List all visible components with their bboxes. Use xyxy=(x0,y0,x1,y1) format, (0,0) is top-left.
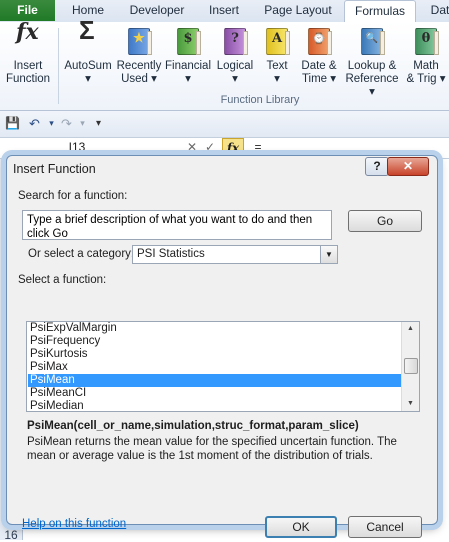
category-value: PSI Statistics xyxy=(137,248,205,260)
cancel-formula-icon[interactable]: ✕ xyxy=(183,139,201,156)
chevron-down-icon: ▾ xyxy=(85,73,91,85)
category-label: Or select a category: xyxy=(28,248,135,260)
date-time-label-1: Date & xyxy=(301,60,337,72)
cancel-button[interactable]: Cancel xyxy=(348,516,422,538)
enter-formula-icon[interactable]: ✓ xyxy=(201,139,219,156)
function-description: PsiMean returns the mean value for the s… xyxy=(27,436,397,462)
tab-developer[interactable]: Developer xyxy=(122,0,192,21)
financial-book-icon: $ xyxy=(173,26,203,56)
category-select[interactable]: PSI Statistics ▼ xyxy=(132,245,338,264)
function-signature: PsiMean(cell_or_name,simulation,struc_fo… xyxy=(27,420,359,432)
recently-used-label-2: Used ▾ xyxy=(121,73,157,85)
financial-label: Financial xyxy=(164,60,212,72)
name-box[interactable]: I13 xyxy=(2,139,152,156)
formula-input[interactable]: = xyxy=(249,139,267,156)
list-scrollbar[interactable]: ▲ ▼ xyxy=(401,322,419,411)
recently-used-button[interactable]: ★ Recently Used ▾ xyxy=(115,26,163,86)
help-on-function-link[interactable]: Help on this function xyxy=(22,518,126,530)
tab-formulas[interactable]: Formulas xyxy=(344,0,416,23)
undo-icon[interactable]: ↶ xyxy=(26,115,43,132)
chevron-down-icon: ▾ xyxy=(274,73,280,85)
date-time-label-2: Time ▾ xyxy=(301,73,337,85)
list-item[interactable]: PsiMedian xyxy=(28,400,403,411)
text-book-icon: A xyxy=(262,26,292,56)
math-trig-label-2: & Trig ▾ xyxy=(406,73,446,85)
chevron-down-icon[interactable]: ▼ xyxy=(320,246,337,263)
go-button[interactable]: Go xyxy=(348,210,422,232)
redo-icon[interactable]: ↷ xyxy=(58,115,75,132)
logical-book-icon: ? xyxy=(220,26,250,56)
recently-used-book-icon: ★ xyxy=(124,26,154,56)
ribbon-separator xyxy=(58,28,59,104)
sigma-icon: Σ xyxy=(79,15,95,45)
insert-function-label-2: Function xyxy=(5,73,51,85)
math-trig-label-1: Math xyxy=(413,60,439,72)
autosum-label: AutoSum xyxy=(64,60,112,72)
dialog-body: Search for a function: Type a brief desc… xyxy=(12,182,430,538)
chevron-down-icon: ▾ xyxy=(185,73,191,85)
financial-button[interactable]: $ Financial ▾ xyxy=(163,26,213,86)
text-label: Text xyxy=(266,60,288,72)
math-trig-book-icon: θ xyxy=(411,26,441,56)
scroll-up-icon[interactable]: ▲ xyxy=(402,322,419,336)
text-button[interactable]: A Text ▾ xyxy=(259,26,295,86)
lookup-reference-button[interactable]: 🔍 Lookup & Reference ▾ xyxy=(342,26,402,99)
search-label: Search for a function: xyxy=(18,190,128,202)
function-library-group-label: Function Library xyxy=(220,94,300,106)
help-icon[interactable]: ? xyxy=(365,157,389,176)
list-item-selected[interactable]: PsiMean xyxy=(28,374,403,387)
search-function-input[interactable]: Type a brief description of what you wan… xyxy=(22,210,332,240)
quick-access-toolbar: 💾 ↶ ▾ ↷ ▾ ▾ xyxy=(0,111,449,138)
chevron-down-icon: ▾ xyxy=(232,73,238,85)
date-time-book-icon: ⌚ xyxy=(304,26,334,56)
save-icon[interactable]: 💾 xyxy=(4,115,21,132)
redo-dropdown-icon[interactable]: ▾ xyxy=(74,115,91,132)
recently-used-label-1: Recently xyxy=(116,60,162,72)
insert-function-dialog: Insert Function ? ✕ Search for a functio… xyxy=(6,155,438,538)
list-item[interactable]: PsiMeanCI xyxy=(28,387,403,400)
select-function-label: Select a function: xyxy=(18,274,107,286)
customize-qat-icon[interactable]: ▾ xyxy=(90,115,107,132)
lookup-reference-label-1: Lookup & xyxy=(347,60,397,72)
ribbon-formulas: fx Insert Function Σ AutoSum ▾ ★ Recentl… xyxy=(0,15,449,111)
tab-page-layout[interactable]: Page Layout xyxy=(257,0,339,21)
list-item[interactable]: PsiMax xyxy=(28,361,403,374)
logical-button[interactable]: ? Logical ▾ xyxy=(213,26,257,86)
ribbon-tab-bar: File Home Developer Insert Page Layout F… xyxy=(0,0,449,23)
math-trig-button[interactable]: θ Math & Trig ▾ xyxy=(404,26,448,86)
tab-insert[interactable]: Insert xyxy=(198,0,250,21)
close-icon[interactable]: ✕ xyxy=(387,157,429,176)
tab-data[interactable]: Dat xyxy=(420,0,449,21)
autosum-button[interactable]: Σ AutoSum ▾ xyxy=(62,15,114,86)
scroll-down-icon[interactable]: ▼ xyxy=(402,397,419,411)
list-item[interactable]: PsiKurtosis xyxy=(28,348,403,361)
list-item[interactable]: PsiFrequency xyxy=(28,335,403,348)
lookup-book-icon: 🔍 xyxy=(357,26,387,56)
insert-function-button[interactable]: fx Insert Function xyxy=(3,19,53,86)
date-time-button[interactable]: ⌚ Date & Time ▾ xyxy=(296,26,342,86)
list-item[interactable]: PsiExpValMargin xyxy=(28,322,403,335)
tab-file[interactable]: File xyxy=(0,0,55,21)
ok-button[interactable]: OK xyxy=(265,516,337,538)
function-list[interactable]: PsiExpValMargin PsiFrequency PsiKurtosis… xyxy=(26,321,420,412)
insert-function-label-1: Insert xyxy=(13,60,43,72)
scroll-thumb[interactable] xyxy=(404,358,418,374)
fx-icon: fx xyxy=(16,19,39,45)
logical-label: Logical xyxy=(216,60,254,72)
